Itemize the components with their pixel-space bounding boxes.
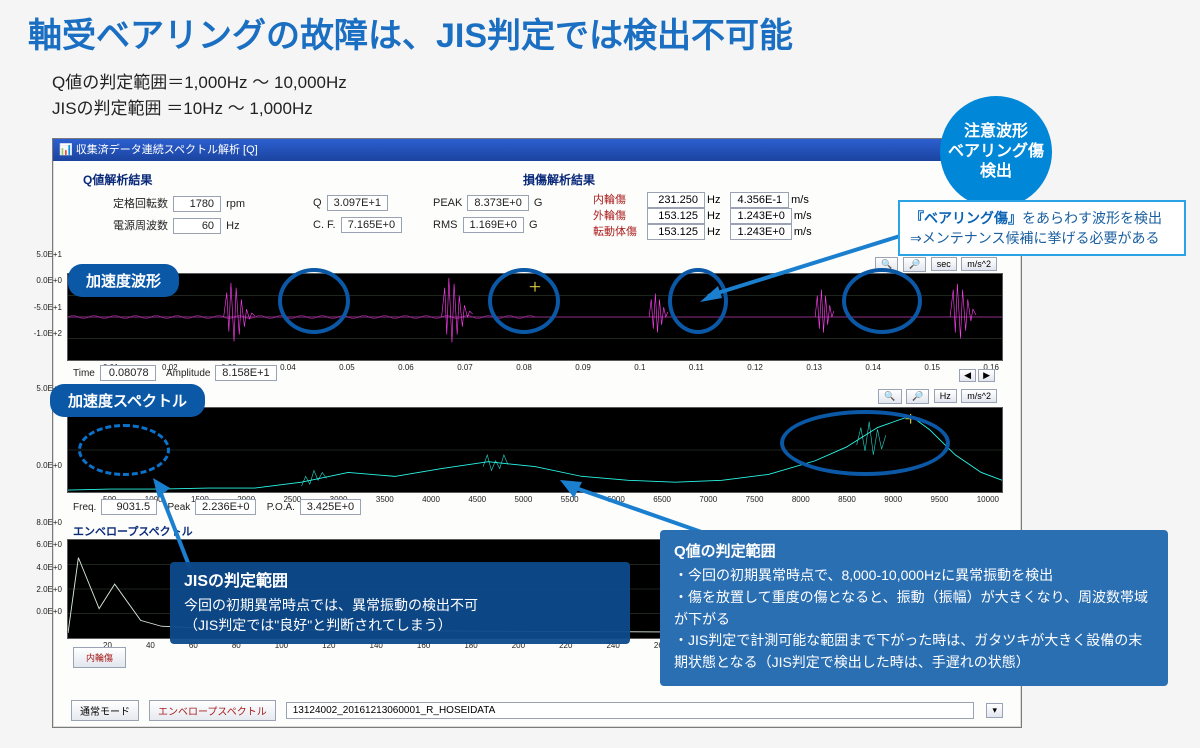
q-note-box: Q値の判定範囲 ・今回の初期異常時点で、8,000-10,000Hzに異常振動を…	[660, 530, 1168, 686]
param-rated-rpm: 定格回転数 1780 rpm	[113, 195, 253, 212]
param-power-freq: 電源周波数 60 Hz	[113, 217, 248, 234]
rated-rpm-value: 1780	[173, 196, 221, 212]
badge-line: 検出	[940, 162, 1052, 182]
anno-circle	[278, 268, 350, 334]
window-title-text: 収集済データ連続スペクトル解析 [Q]	[76, 144, 258, 156]
header-q-result: Q値解析結果	[83, 171, 152, 188]
damage-inner: 内輪傷231.250Hz4.356E-1m/s	[593, 191, 817, 208]
label-waveform: 加速度波形	[68, 264, 179, 297]
status-bar: 通常モード エンベロープスペクトル 13124002_2016121306000…	[71, 699, 1003, 721]
env-y-ticks: 8.0E+06.0E+04.0E+02.0E+00.0E+0	[18, 518, 62, 616]
unit-hz-button[interactable]: Hz	[934, 389, 957, 403]
tab-normal-mode[interactable]: 通常モード	[71, 700, 139, 721]
unit-msa-button[interactable]: m/s^2	[961, 389, 997, 403]
attention-badge: 注意波形 ベアリング傷 検出	[940, 96, 1052, 208]
jis-note-title: JISの判定範囲	[184, 570, 616, 593]
jis-note-box: JISの判定範囲 今回の初期異常時点では、異常振動の検出不可 （JIS判定では"…	[170, 562, 630, 644]
header-damage-result: 損傷解析結果	[523, 171, 595, 188]
callout-bearing-flaw: 『ベアリング傷』をあらわす波形を検出 ⇒メンテナンス候補に挙げる必要がある	[898, 200, 1186, 256]
subtitle-jis-range: JISの判定範囲 ＝10Hz ～ 1,000Hz	[52, 94, 313, 119]
wave-y-ticks: 5.0E+10.0E+0-5.0E+1-1.0E+2	[18, 250, 62, 338]
wave-readout: Time 0.08078 Amplitude 8.158E+1	[73, 365, 279, 381]
filename-field: 13124002_20161213060001_R_HOSEIDATA	[286, 702, 975, 719]
label-spectrum: 加速度スペクトル	[50, 384, 205, 417]
spec-unit-buttons: 🔍 🔎 Hz m/s^2	[876, 389, 997, 404]
callout-strong: 『ベアリング傷』	[910, 210, 1022, 226]
jis-note-line: 今回の初期異常時点では、異常振動の検出不可	[184, 595, 616, 615]
q-note-title: Q値の判定範囲	[674, 540, 1154, 563]
jis-note-line: （JIS判定では"良好"と判断されてしまう）	[184, 615, 616, 635]
poa-value: 3.425E+0	[300, 499, 361, 515]
wave-nav: ◀▶	[957, 365, 995, 383]
next-button[interactable]: ▶	[978, 369, 995, 382]
cf-value: 7.165E+0	[341, 217, 402, 233]
subtitle-q-range: Q値の判定範囲＝1,000Hz ～ 10,000Hz	[52, 68, 347, 93]
env-inner-button[interactable]: 内輪傷	[73, 647, 126, 668]
amplitude-value: 8.158E+1	[215, 365, 276, 381]
callout-text: ⇒メンテナンス候補に挙げる必要がある	[910, 230, 1159, 246]
freq-value: 9031.5	[101, 499, 157, 515]
prev-button[interactable]: ◀	[959, 369, 976, 382]
badge-line: 注意波形	[940, 122, 1052, 142]
page-title: 軸受ベアリングの故障は、JIS判定では検出不可能	[28, 8, 793, 57]
peak-value: 8.373E+0	[467, 195, 528, 211]
window-titlebar[interactable]: 📊 収集済データ連続スペクトル解析 [Q] ×	[53, 139, 1021, 161]
q-value: 3.097E+1	[327, 195, 388, 211]
rms-value: 1.169E+0	[463, 217, 524, 233]
power-freq-value: 60	[173, 218, 221, 234]
unit-msa-button[interactable]: m/s^2	[961, 257, 997, 271]
time-value: 0.08078	[100, 365, 156, 381]
arrow	[700, 236, 910, 311]
file-menu-icon[interactable]: ▾	[986, 703, 1003, 718]
spec-readout: Freq. 9031.5 Peak 2.236E+0 P.O.A. 3.425E…	[73, 499, 363, 515]
anno-dashed-oval	[78, 424, 170, 476]
anno-circle	[488, 268, 560, 334]
damage-outer: 外輪傷153.125Hz1.243E+0m/s	[593, 207, 820, 224]
tab-envelope[interactable]: エンベロープスペクトル	[149, 700, 276, 721]
zoom-in-icon[interactable]: 🔍	[878, 389, 901, 404]
badge-line: ベアリング傷	[940, 142, 1052, 162]
zoom-out-icon[interactable]: 🔎	[906, 389, 929, 404]
unit-sec-button[interactable]: sec	[931, 257, 957, 271]
callout-text: をあらわす波形を検出	[1022, 210, 1162, 226]
q-note-bullet: ・今回の初期異常時点で、8,000-10,000Hzに異常振動を検出	[674, 565, 1154, 587]
q-note-bullet: ・JIS判定で計測可能な範囲まで下がった時は、ガタツキが大きく設備の末期状態とな…	[674, 630, 1154, 673]
anno-solid-oval	[780, 410, 950, 476]
q-note-bullet: ・傷を放置して重度の傷となると、振動（振幅）が大きくなり、周波数帯域が下がる	[674, 587, 1154, 630]
